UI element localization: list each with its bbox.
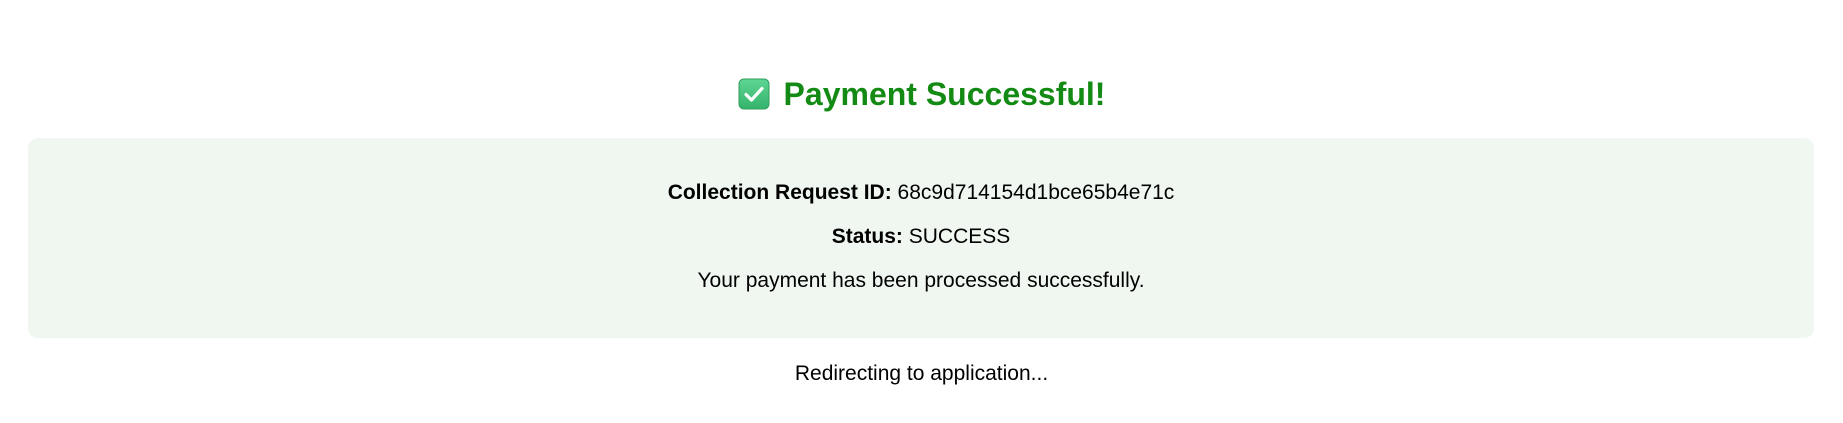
heading-row: Payment Successful!: [738, 72, 1106, 116]
redirect-message: Redirecting to application...: [794, 362, 1049, 385]
collection-request-id-label: Collection Request ID:: [667, 181, 898, 204]
payment-success-page: Payment Successful! Collection Request I…: [0, 0, 1843, 423]
page-title: Payment Successful!: [783, 76, 1106, 112]
payment-details-card: Collection Request ID: 68c9d714154d1bce6…: [28, 138, 1814, 338]
page-heading: Payment Successful!: [0, 72, 1843, 121]
status-label: Status:: [831, 225, 909, 248]
status-row: Status: SUCCESS: [28, 224, 1814, 250]
success-message: Your payment has been processed successf…: [697, 269, 1145, 292]
status-value: SUCCESS: [908, 225, 1011, 248]
collection-request-id-row: Collection Request ID: 68c9d714154d1bce6…: [28, 180, 1814, 206]
check-mark-button-icon: [738, 78, 770, 110]
collection-request-id-value: 68c9d714154d1bce65b4e71c: [897, 181, 1175, 204]
